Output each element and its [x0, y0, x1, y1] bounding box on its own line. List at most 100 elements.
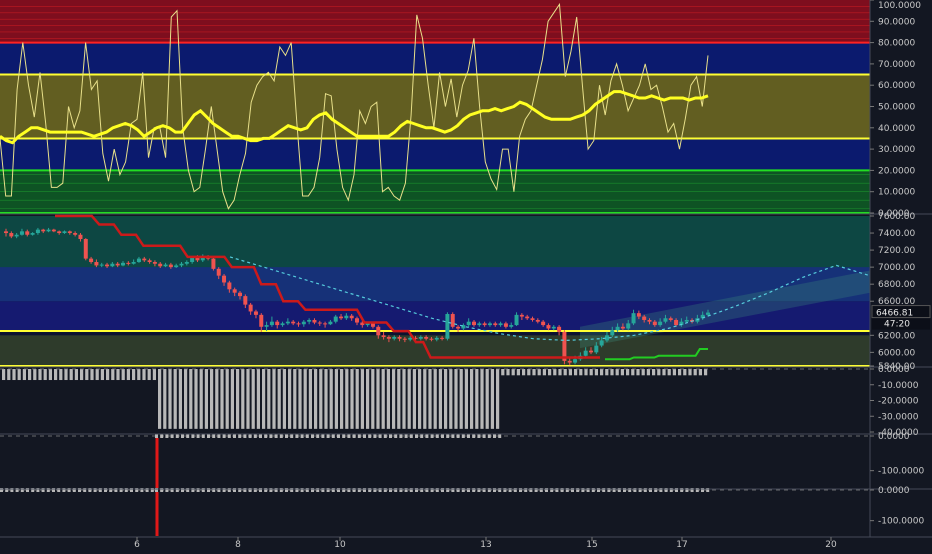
candle-body [456, 326, 461, 329]
candle-body [541, 321, 546, 326]
candle-body [243, 296, 248, 305]
candle-body [57, 231, 62, 234]
candle-body [370, 323, 375, 327]
candle-body [211, 258, 216, 269]
hist-bar [90, 369, 94, 381]
candle-body [227, 282, 232, 290]
candle-body [291, 321, 296, 324]
hist-bar [620, 369, 624, 376]
hist-bar [256, 369, 260, 429]
hist-bar [355, 369, 359, 429]
lower-dash [191, 434, 195, 438]
hist-bar [506, 369, 510, 376]
candle-body [376, 326, 381, 336]
lower-dash [420, 434, 424, 438]
hist-bar [215, 369, 219, 429]
hist-bar [126, 369, 130, 381]
hist-bar [412, 369, 416, 429]
candle-body [275, 321, 280, 326]
hist-bar [464, 369, 468, 429]
hist-bar [418, 369, 422, 429]
axis-label: 40.0000 [878, 124, 915, 134]
hist-bar [584, 369, 588, 376]
lower-dash [389, 434, 392, 438]
hist-bar [7, 369, 11, 381]
hist-bar [22, 369, 26, 381]
candle-body [126, 262, 131, 264]
lower-dash [207, 434, 210, 438]
lower-dash [461, 434, 465, 438]
candle-body [620, 326, 625, 329]
hist-bar [288, 369, 292, 429]
hist-bar [298, 369, 302, 429]
hist-bar [236, 369, 240, 429]
lower-dash [352, 434, 356, 438]
hist-bar [376, 369, 380, 429]
candle-body [152, 262, 157, 264]
lower-dash [337, 434, 340, 438]
hist-bar [262, 369, 266, 429]
hist-bar [563, 369, 567, 376]
axis-label: 100.0000 [878, 1, 921, 11]
hist-bar [152, 369, 156, 381]
candle-body [477, 323, 482, 326]
candle-body [301, 321, 306, 325]
hist-bar [147, 369, 151, 381]
hist-bar [17, 369, 21, 381]
hist-bar [267, 369, 271, 429]
hist-bar [121, 369, 125, 381]
hist-bar [490, 369, 494, 429]
lower-dash [175, 434, 179, 438]
hist-bar [95, 369, 99, 381]
hist-bar [392, 369, 396, 429]
lower-dash [321, 434, 325, 438]
candle-body [450, 314, 455, 327]
hist-bar [111, 369, 115, 381]
candle-body [610, 330, 615, 336]
hist-bar [199, 369, 203, 429]
hist-bar [137, 369, 141, 381]
candle-body [589, 350, 593, 353]
candle-body [158, 263, 163, 267]
axis-label: 0.0000 [878, 365, 910, 375]
candle-body [594, 345, 599, 353]
lower-dash [467, 434, 470, 438]
lower-dash [212, 434, 216, 438]
hist-bar [568, 369, 572, 376]
axis-label: 0.0000 [878, 432, 910, 442]
candle-body [232, 289, 237, 293]
hist-bar [693, 369, 697, 376]
lower-dash [217, 434, 221, 438]
candle-body [78, 234, 83, 240]
hist-bar [470, 369, 474, 429]
hist-bar [397, 369, 401, 429]
candle-body [131, 262, 136, 264]
hist-bar [594, 369, 598, 376]
hist-bar [678, 369, 682, 376]
hist-bar [80, 369, 84, 381]
lower-dash [290, 434, 294, 438]
lower-dash [305, 434, 309, 438]
hist-bar [496, 369, 500, 429]
lower-dash [253, 434, 257, 438]
trading-chart[interactable]: 100.000090.000080.000070.000060.000050.0… [0, 0, 932, 550]
hist-bar [428, 369, 432, 429]
hist-bar [610, 369, 614, 376]
candle-body [35, 229, 40, 234]
candle-body [583, 350, 588, 356]
hist-bar [532, 369, 536, 376]
candle-body [73, 233, 78, 235]
candle-body [498, 323, 503, 326]
lower-dash [274, 434, 278, 438]
x-axis-label: 20 [825, 540, 837, 550]
candle-body [434, 337, 439, 340]
lower-dash [170, 434, 174, 438]
candle-body [216, 268, 221, 276]
lower-dash [368, 434, 372, 438]
hist-bar [225, 369, 229, 429]
candle-body [259, 314, 264, 327]
hist-bar [636, 369, 640, 376]
lower-dash [456, 434, 460, 438]
hist-bar [158, 369, 162, 429]
last-price-value: 6466.81 [876, 309, 913, 319]
